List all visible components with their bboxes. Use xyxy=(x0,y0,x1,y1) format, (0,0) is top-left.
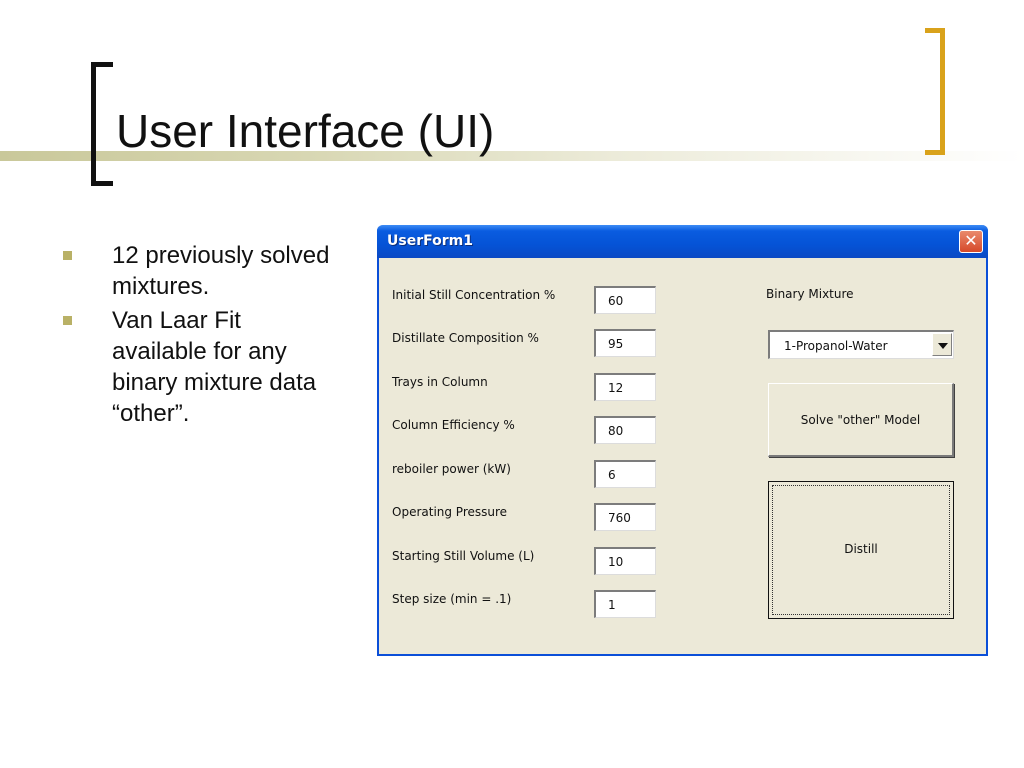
trays-label: Trays in Column xyxy=(392,375,488,389)
window-titlebar[interactable]: UserForm1 ✕ xyxy=(377,225,988,258)
bullet-list: 12 previously solved mixtures. Van Laar … xyxy=(60,240,340,432)
solve-other-model-button[interactable]: Solve "other" Model xyxy=(768,383,954,457)
column-efficiency-input[interactable]: 80 xyxy=(594,416,656,444)
left-bracket-decoration xyxy=(91,62,113,186)
distillate-composition-input[interactable]: 95 xyxy=(594,329,656,357)
operating-pressure-label: Operating Pressure xyxy=(392,505,508,519)
still-volume-input[interactable]: 10 xyxy=(594,547,656,575)
binary-mixture-select[interactable]: 1-Propanol-Water xyxy=(768,330,954,359)
bullet-item: Van Laar Fit available for any binary mi… xyxy=(60,305,340,429)
chevron-down-icon[interactable] xyxy=(932,333,952,356)
step-size-label: Step size (min = .1) xyxy=(392,592,512,606)
trays-input[interactable]: 12 xyxy=(594,373,656,401)
initial-concentration-input[interactable]: 60 xyxy=(594,286,656,314)
operating-pressure-input[interactable]: 760 xyxy=(594,503,656,531)
column-efficiency-label: Column Efficiency % xyxy=(392,418,515,432)
userform-window: UserForm1 ✕ Initial Still Concentration … xyxy=(377,225,988,656)
right-bracket-decoration xyxy=(925,28,945,155)
distill-button[interactable]: Distill xyxy=(768,481,954,619)
distillate-composition-label: Distillate Composition % xyxy=(392,331,539,345)
solve-button-label: Solve "other" Model xyxy=(800,413,921,427)
bullet-text: 12 previously solved mixtures. xyxy=(112,242,330,300)
focus-ring xyxy=(772,485,950,615)
binary-mixture-value: 1-Propanol-Water xyxy=(784,339,888,353)
square-bullet-icon xyxy=(63,316,72,325)
reboiler-power-label: reboiler power (kW) xyxy=(392,462,511,476)
initial-concentration-label: Initial Still Concentration % xyxy=(392,288,556,302)
still-volume-label: Starting Still Volume (L) xyxy=(392,549,535,563)
slide-title: User Interface (UI) xyxy=(116,105,495,157)
step-size-input[interactable]: 1 xyxy=(594,590,656,618)
bullet-item: 12 previously solved mixtures. xyxy=(60,240,340,302)
bullet-text: Van Laar Fit available for any binary mi… xyxy=(112,307,317,427)
close-icon[interactable]: ✕ xyxy=(959,230,983,253)
square-bullet-icon xyxy=(63,251,72,260)
reboiler-power-input[interactable]: 6 xyxy=(594,460,656,488)
window-title: UserForm1 xyxy=(387,233,473,249)
binary-mixture-label: Binary Mixture xyxy=(766,287,854,301)
